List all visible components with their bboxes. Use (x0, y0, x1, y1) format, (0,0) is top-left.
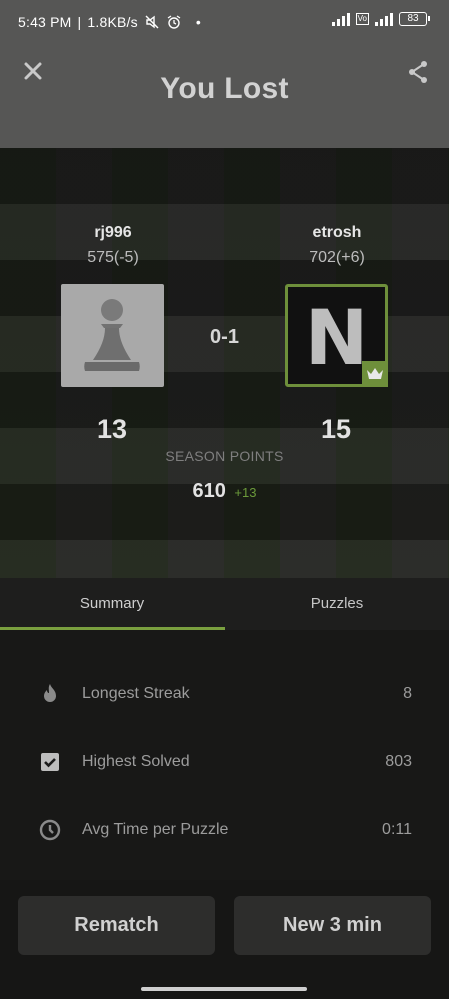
summary-label: Highest Solved (82, 753, 190, 770)
match-result-panel: rj996 575(-5) etrosh 702(+6) 0-1 N 13 15… (0, 148, 449, 578)
status-time: 5:43 PM (18, 14, 72, 30)
new-game-button[interactable]: New 3 min (234, 896, 431, 955)
season-points-total: 610 +13 (0, 480, 449, 503)
alarm-icon (167, 15, 181, 29)
summary-row-avg-time: Avg Time per Puzzle 0:11 (0, 808, 449, 852)
crown-icon (367, 368, 383, 379)
mute-icon (145, 15, 159, 29)
result-tabs: Summary Puzzles (0, 578, 449, 630)
summary-list: Longest Streak 8 Highest Solved 803 Avg … (0, 630, 449, 880)
summary-row-highest-solved: Highest Solved 803 (0, 740, 449, 784)
player-one-name: rj996 (94, 224, 132, 241)
signal-4g-icon (375, 12, 393, 26)
status-right: Vo 83 (331, 12, 430, 26)
status-left: 5:43 PM | 1.8KB/s • (18, 14, 201, 30)
share-button[interactable] (407, 60, 429, 84)
signal-icon (331, 12, 350, 26)
player-one-points: 13 (96, 414, 128, 444)
status-divider: | (77, 14, 82, 30)
summary-label: Avg Time per Puzzle (82, 821, 229, 838)
rematch-button[interactable]: Rematch (18, 896, 215, 955)
season-points-label: SEASON POINTS (165, 448, 284, 464)
dot-icon: • (195, 14, 201, 30)
status-net-speed: 1.8KB/s (87, 14, 138, 30)
share-icon (409, 61, 427, 83)
battery-icon: 83 (399, 12, 430, 26)
player-one: rj996 575(-5) (33, 224, 193, 267)
status-bar: 5:43 PM | 1.8KB/s • Vo 83 (0, 0, 449, 42)
tab-puzzles[interactable]: Puzzles (225, 578, 449, 630)
player-two-rating: 702(+6) (309, 249, 365, 266)
home-indicator[interactable] (141, 987, 307, 991)
battery-level: 83 (407, 13, 419, 24)
volte-icon: Vo (355, 13, 369, 25)
summary-value: 0:11 (382, 821, 412, 838)
page-title: You Lost (160, 72, 289, 105)
summary-label: Longest Streak (82, 685, 190, 702)
summary-row-longest-streak: Longest Streak 8 (0, 672, 449, 716)
bottom-actions: Rematch New 3 min (0, 880, 449, 999)
season-points-delta: +13 (234, 485, 257, 500)
player-one-rating: 575(-5) (87, 249, 139, 266)
summary-value: 8 (403, 685, 412, 702)
season-points-value: 610 (192, 480, 226, 502)
summary-value: 803 (385, 753, 412, 770)
result-header: You Lost (0, 42, 449, 148)
player-two-name: etrosh (312, 224, 362, 241)
flame-icon (44, 684, 56, 702)
checkbox-icon (41, 753, 59, 771)
player-two-points: 15 (320, 414, 352, 444)
clock-icon (39, 819, 61, 841)
player-two-avatar[interactable]: N (285, 284, 388, 387)
tab-summary[interactable]: Summary (0, 578, 224, 630)
crown-badge (362, 361, 388, 387)
player-two: etrosh 702(+6) (257, 224, 417, 267)
